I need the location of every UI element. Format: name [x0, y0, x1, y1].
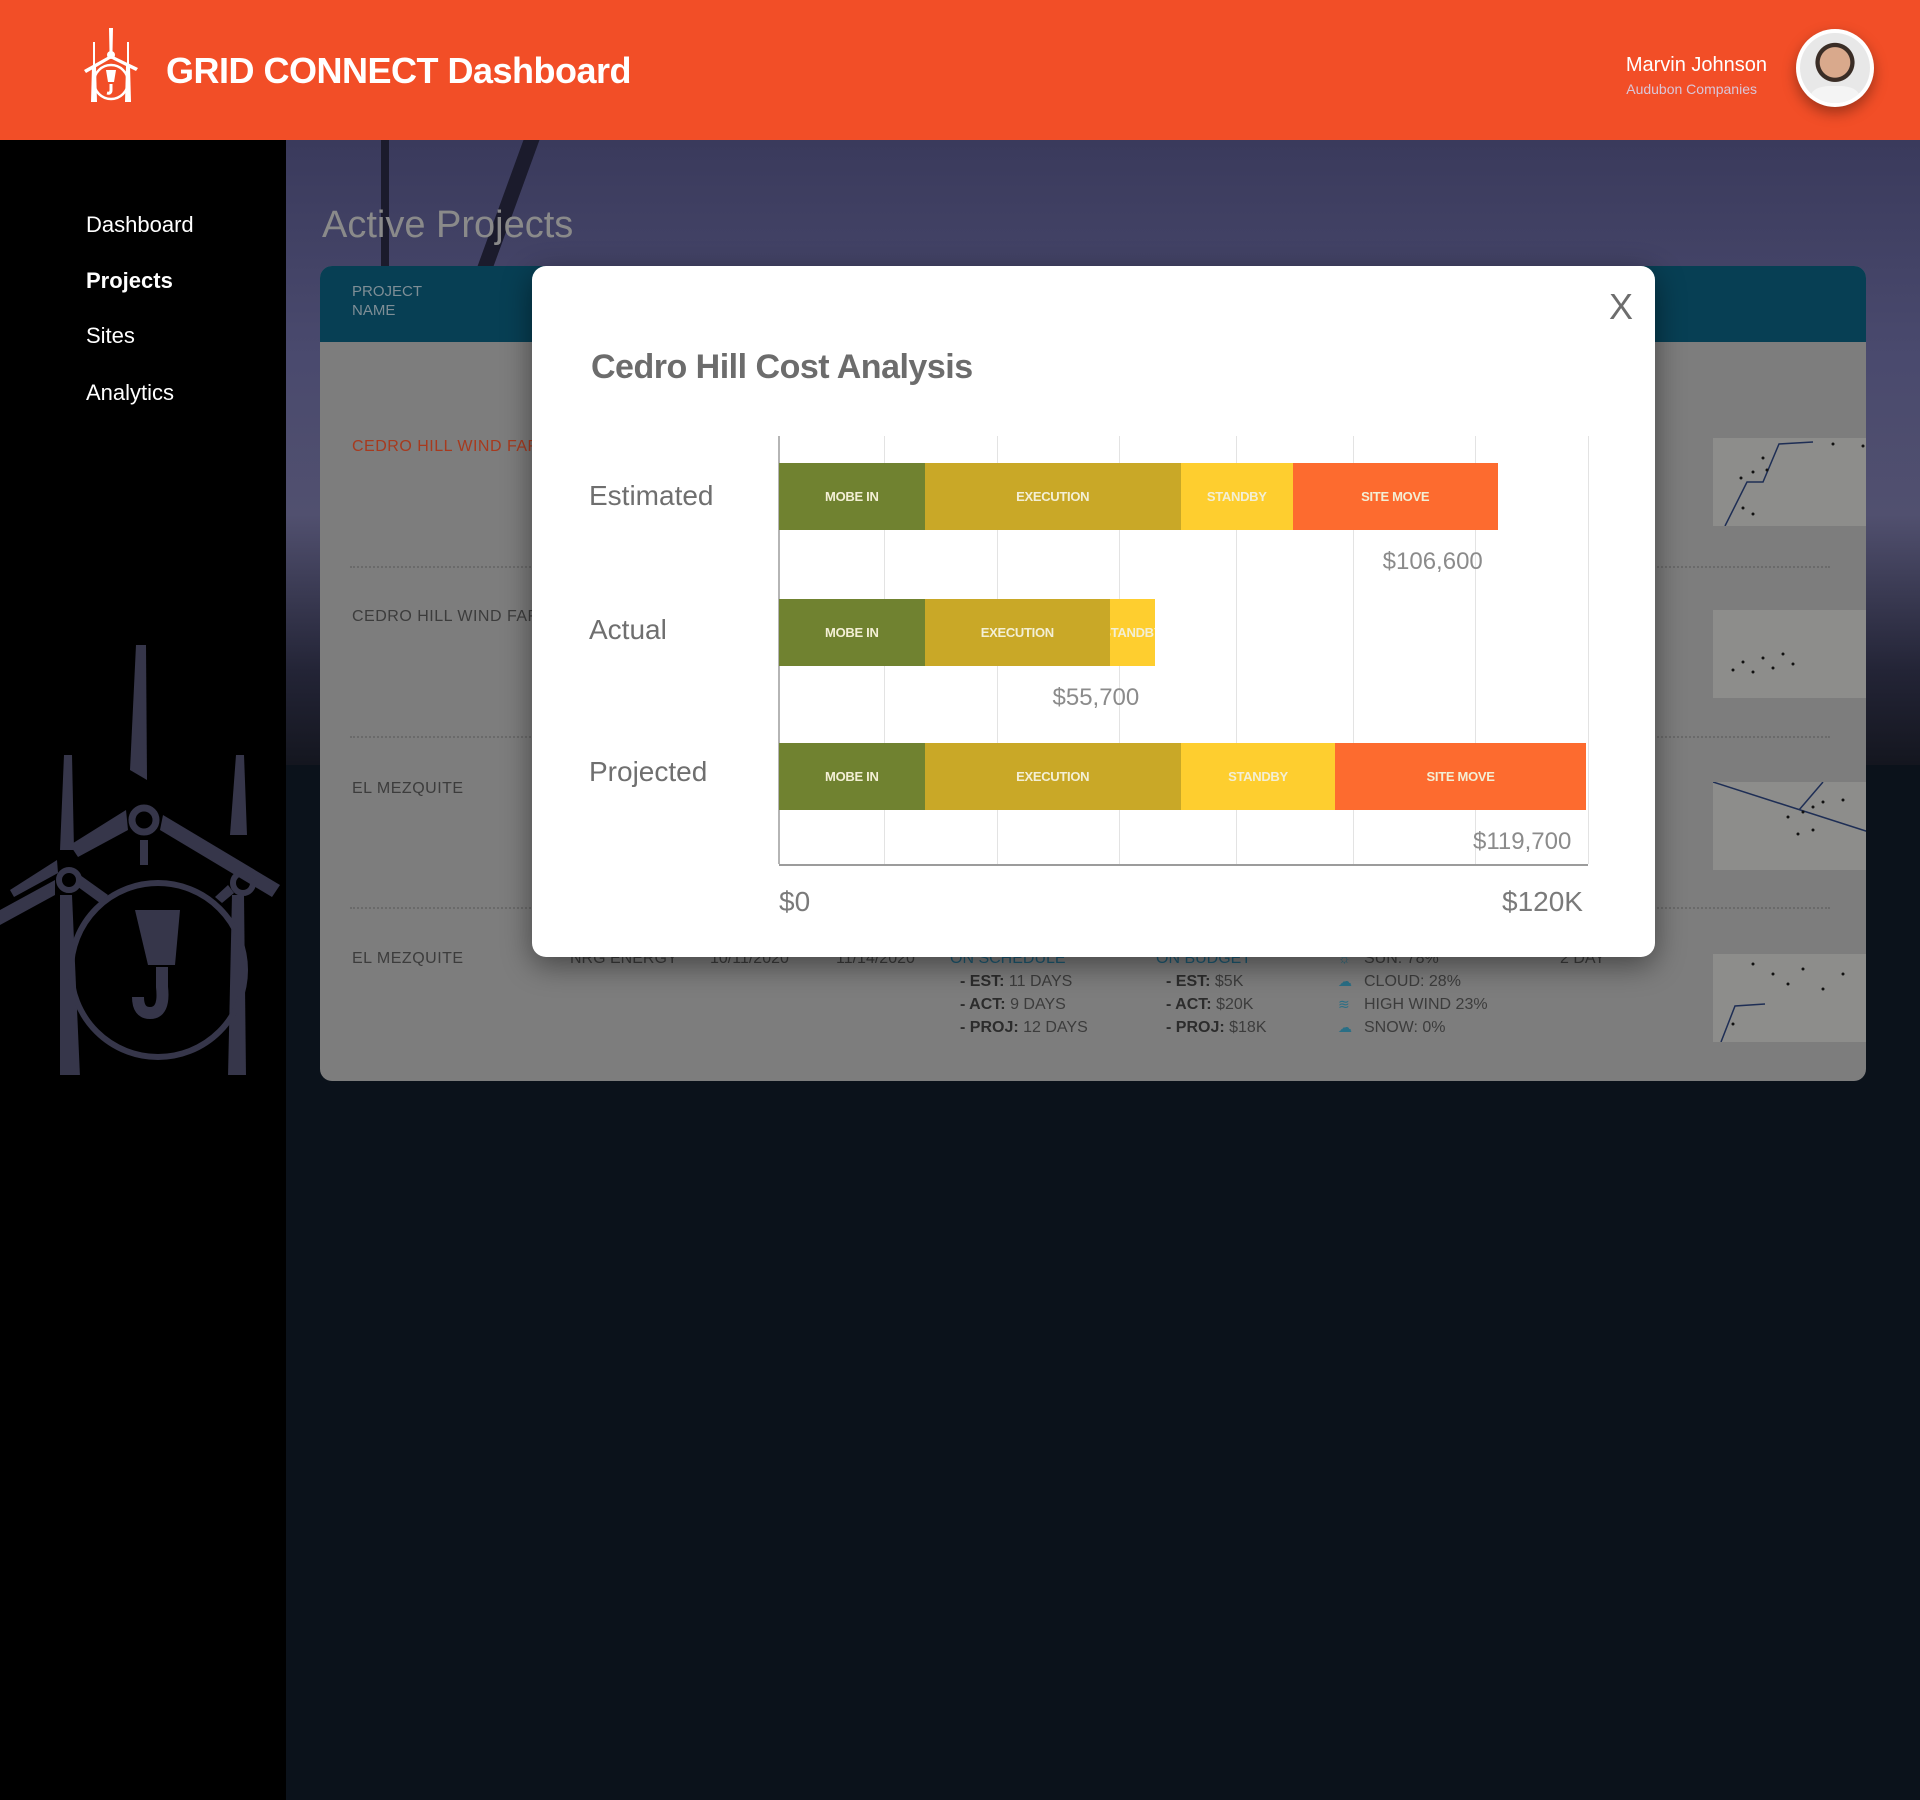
wind-turbine-crane-logo-icon[interactable]: [76, 26, 146, 104]
cost-analysis-chart: Estimated Actual Projected $0 $120K MOBE…: [532, 266, 1655, 957]
schedule-proj-value: 12 DAYS: [1023, 1019, 1088, 1036]
page-title: Active Projects: [322, 204, 574, 246]
site-map-thumbnail[interactable]: [1713, 954, 1866, 1042]
column-header-project-name[interactable]: PROJECT NAME: [352, 282, 422, 320]
cost-analysis-modal: X Cedro Hill Cost Analysis Estimated Act…: [532, 266, 1655, 957]
wind-icon: ≋: [1338, 996, 1350, 1012]
sidebar-item-dashboard[interactable]: Dashboard: [86, 212, 194, 238]
site-map-thumbnail[interactable]: [1713, 438, 1866, 526]
user-name[interactable]: Marvin Johnson: [1626, 54, 1767, 77]
budget-proj-value: $18K: [1229, 1019, 1267, 1036]
cloud-rain-icon: ☁: [1338, 973, 1352, 989]
schedule-act-value: 9 DAYS: [1010, 996, 1066, 1013]
app-title: GRID CONNECT Dashboard: [166, 50, 632, 91]
avatar-photo: [1800, 33, 1870, 103]
schedule-est-value: 11 DAYS: [1008, 973, 1073, 990]
site-map-thumbnail[interactable]: [1713, 610, 1866, 698]
sidebar-item-projects[interactable]: Projects: [86, 268, 173, 294]
user-organization: Audubon Companies: [1626, 81, 1757, 97]
snow-cloud-icon: ☁: [1338, 1019, 1352, 1035]
bar-segment-execution[interactable]: EXECUTION: [924, 599, 1110, 666]
top-header: GRID CONNECT Dashboard Marvin Johnson Au…: [0, 0, 1920, 140]
sidebar-item-sites[interactable]: Sites: [86, 323, 135, 349]
category-label-actual: Actual: [589, 614, 667, 645]
table-row-name[interactable]: CEDRO HILL WIND FARM: [352, 608, 553, 626]
user-avatar[interactable]: [1796, 29, 1874, 107]
bar-segment-mobe-in[interactable]: MOBE IN: [779, 463, 925, 530]
bar-total-label: $106,600: [1382, 548, 1483, 575]
table-row-name[interactable]: EL MEZQUITE: [352, 950, 464, 968]
bar-segment-standby[interactable]: STANDBY: [1110, 599, 1155, 666]
schedule-act-label: - ACT:: [960, 996, 1006, 1013]
budget-details: - EST: $5K - ACT: $20K - PROJ: $18K: [1166, 970, 1267, 1039]
x-tick-label-max: $120K: [1502, 886, 1583, 917]
sidebar: Dashboard Projects Sites Analytics: [0, 140, 286, 1800]
bar-total-label: $119,700: [1472, 828, 1572, 855]
gridline: [1588, 436, 1589, 864]
bar-segment-mobe-in[interactable]: MOBE IN: [779, 743, 925, 810]
bar-segment-site-move[interactable]: SITE MOVE: [1335, 743, 1586, 810]
sidebar-item-analytics[interactable]: Analytics: [86, 380, 174, 406]
category-label-estimated: Estimated: [589, 480, 714, 511]
bar-segment-mobe-in[interactable]: MOBE IN: [779, 599, 925, 666]
weather-snow: SNOW: 0%: [1364, 1019, 1446, 1036]
category-label-projected: Projected: [589, 756, 708, 787]
table-row-name[interactable]: EL MEZQUITE: [352, 780, 464, 798]
bar-segment-execution[interactable]: EXECUTION: [924, 463, 1181, 530]
site-map-thumbnail[interactable]: [1713, 782, 1866, 870]
bar-segment-execution[interactable]: EXECUTION: [924, 743, 1181, 810]
schedule-est-label: - EST:: [960, 973, 1005, 990]
budget-proj-label: - PROJ:: [1166, 1019, 1225, 1036]
x-axis-line: [779, 864, 1588, 866]
table-row-name[interactable]: CEDRO HILL WIND FARM: [352, 438, 553, 456]
weather-cloud: CLOUD: 28%: [1364, 973, 1461, 990]
budget-est-value: $5K: [1214, 973, 1244, 990]
weather-wind: HIGH WIND 23%: [1364, 996, 1488, 1013]
bar-segment-site-move[interactable]: SITE MOVE: [1292, 463, 1498, 530]
bar-segment-standby[interactable]: STANDBY: [1180, 743, 1336, 810]
x-tick-label-min: $0: [779, 886, 811, 917]
bar-total-label: $55,700: [1052, 684, 1140, 711]
budget-act-value: $20K: [1216, 996, 1254, 1013]
bar-segment-standby[interactable]: STANDBY: [1180, 463, 1293, 530]
schedule-proj-label: - PROJ:: [960, 1019, 1019, 1036]
weather-details: ☼ SUN: 78% ☁ CLOUD: 28% ≋ HIGH WIND 23% ☁ SN…: [1338, 947, 1488, 1039]
schedule-details: - EST: 11 DAYS - ACT: 9 DAYS - PROJ: 12 …: [960, 970, 1088, 1039]
wind-turbine-crane-illustration-icon: [0, 645, 280, 1075]
budget-act-label: - ACT:: [1166, 996, 1212, 1013]
budget-est-label: - EST:: [1166, 973, 1211, 990]
